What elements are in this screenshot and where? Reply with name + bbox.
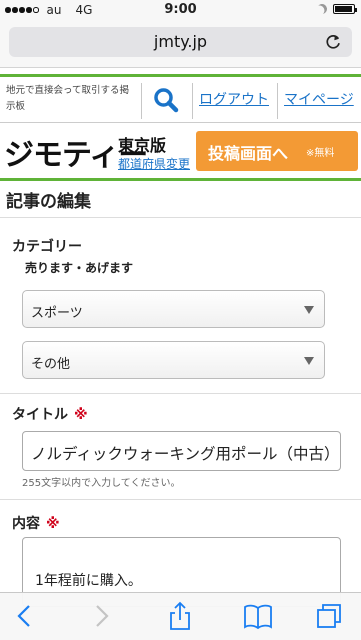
logout-link[interactable]: ログアウト	[199, 89, 269, 109]
back-icon[interactable]	[10, 601, 40, 631]
content-label: 内容 ※	[12, 513, 60, 533]
title-label: タイトル ※	[12, 404, 88, 424]
browser-toolbar	[0, 592, 361, 640]
status-time: 9:00	[164, 2, 197, 17]
share-icon[interactable]	[165, 601, 195, 631]
category-group: 売ります・あげます	[25, 261, 134, 275]
site-tagline: 地元で直接会って取引する掲示板	[6, 85, 130, 112]
divider	[0, 217, 361, 218]
brand-row: ジモティー 東京版 都道府県変更 投稿画面へ ※無料	[0, 126, 361, 178]
select-value: スポーツ	[31, 306, 83, 321]
browser-address-area: jmty.jp	[0, 20, 361, 68]
divider	[0, 499, 361, 500]
battery-icon	[333, 4, 357, 14]
address-bar[interactable]: jmty.jp	[9, 27, 352, 57]
category-select-1[interactable]: スポーツ	[22, 290, 325, 328]
post-button-label: 投稿画面へ	[208, 144, 289, 163]
required-mark: ※	[74, 407, 88, 423]
reload-icon[interactable]	[325, 33, 342, 50]
title-input-value: ノルディックウォーキング用ポール（中古）	[31, 445, 340, 463]
url-host: jmty.jp	[153, 32, 208, 51]
nav-divider	[277, 83, 278, 119]
site-nav: 地元で直接会って取引する掲示板 ログアウト マイページ	[0, 77, 361, 123]
title-input[interactable]: ノルディックウォーキング用ポール（中古）	[22, 431, 341, 471]
region-name: 東京版	[118, 136, 167, 155]
status-right	[315, 2, 357, 16]
content-label-text: 内容	[12, 516, 40, 532]
category-label: カテゴリー	[12, 239, 82, 255]
nav-divider	[141, 83, 142, 119]
mypage-link[interactable]: マイページ	[284, 89, 354, 109]
search-icon[interactable]	[151, 85, 181, 115]
status-bar: au 4G 9:00	[0, 0, 361, 20]
title-hint: 255文字以内で入力してください。	[22, 478, 181, 489]
required-mark: ※	[46, 516, 60, 532]
page-title: 記事の編集	[6, 192, 91, 212]
do-not-disturb-icon	[315, 2, 329, 16]
select-value: その他	[31, 357, 71, 372]
category-select-2[interactable]: その他	[22, 341, 325, 379]
dropdown-arrow-icon	[304, 306, 314, 314]
region-change-link[interactable]: 都道府県変更	[118, 155, 190, 172]
header-accent-line-bottom	[0, 178, 361, 181]
content-textarea-value: 1年程前に購入。	[35, 573, 142, 589]
post-button[interactable]: 投稿画面へ ※無料	[196, 131, 358, 171]
forward-icon[interactable]	[86, 601, 116, 631]
dropdown-arrow-icon	[304, 357, 314, 365]
bookmarks-icon[interactable]	[243, 601, 273, 631]
post-button-note: ※無料	[306, 148, 335, 159]
tabs-icon[interactable]	[314, 601, 344, 631]
title-label-text: タイトル	[12, 407, 68, 423]
nav-divider	[192, 83, 193, 119]
divider	[0, 393, 361, 394]
